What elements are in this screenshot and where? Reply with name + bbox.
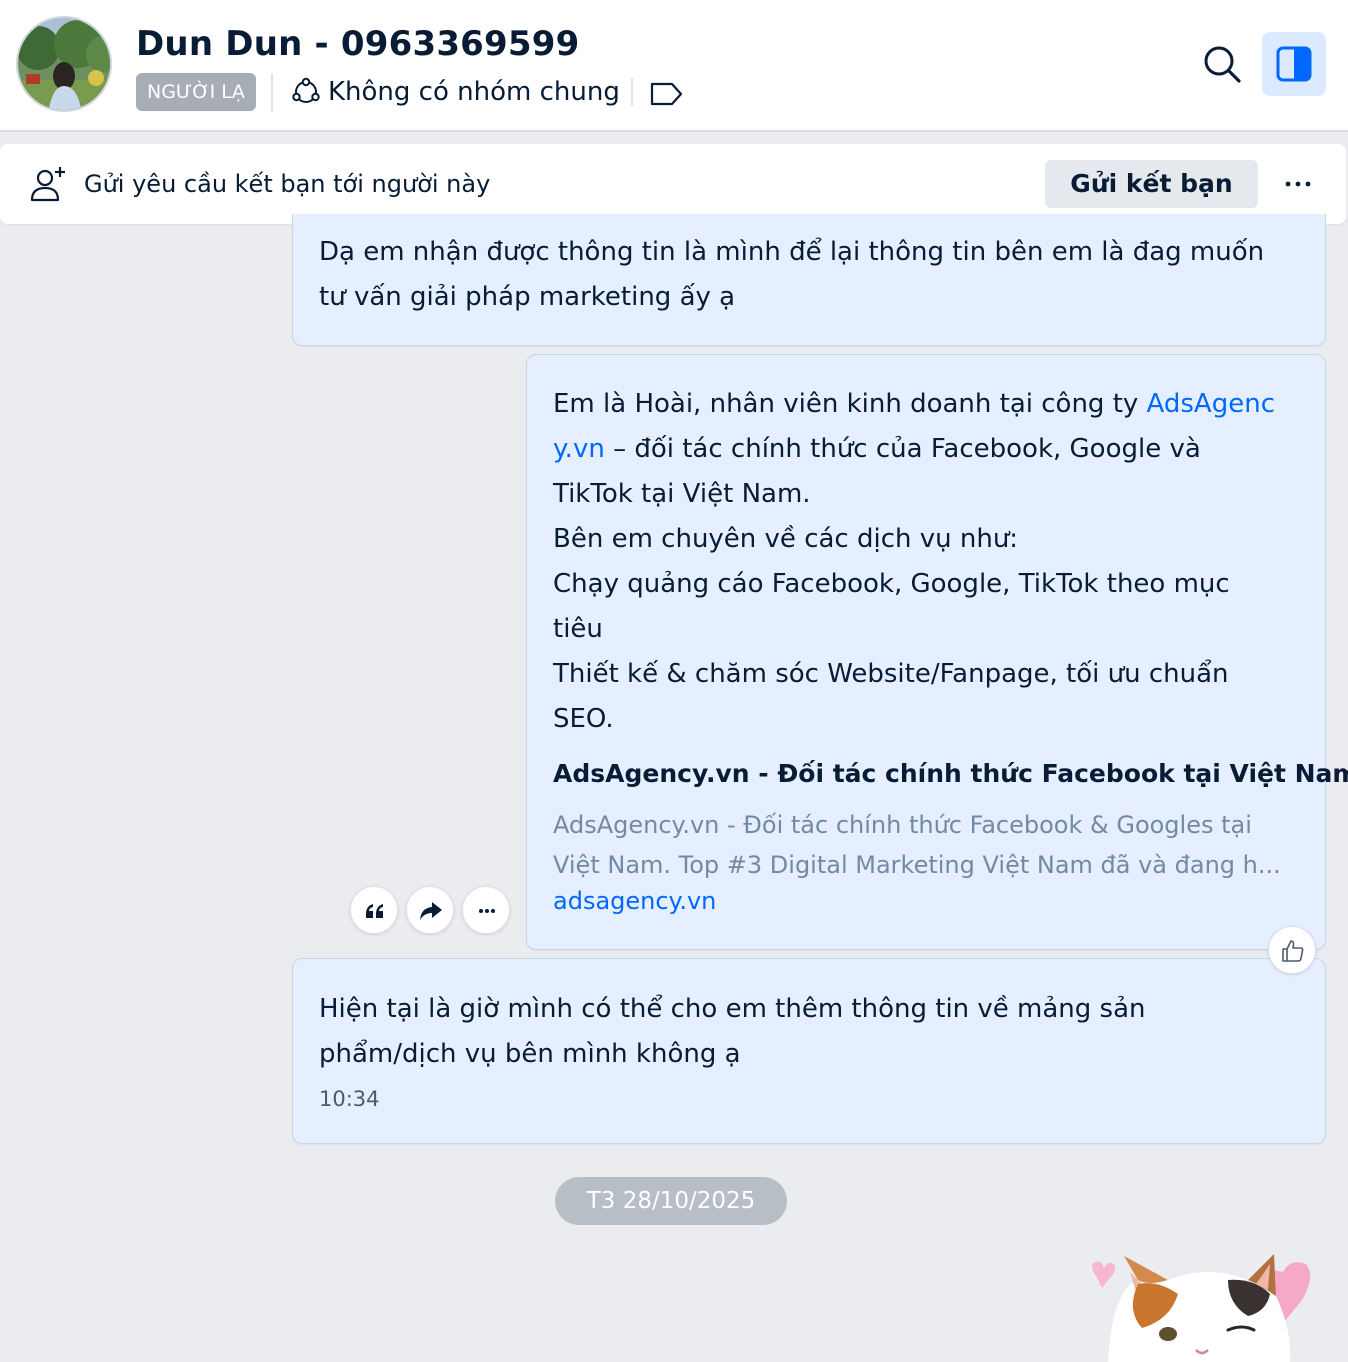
- link-preview-description: AdsAgency.vn - Đối tác chính thức Facebo…: [553, 811, 1252, 839]
- quote-button[interactable]: [350, 886, 398, 934]
- date-separator: T3 28/10/2025: [555, 1177, 787, 1225]
- divider: [271, 74, 273, 112]
- chat-window: Dun Dun - 0963369599 NGƯỜI LẠ Không có n…: [0, 0, 1348, 1362]
- message-bubble[interactable]: Em là Hoài, nhân viên kinh doanh tại côn…: [526, 354, 1348, 950]
- quote-icon: [366, 904, 383, 918]
- forward-icon: [420, 902, 442, 920]
- message-line: tư vấn giải pháp marketing ấy ạ: [319, 282, 736, 312]
- divider: [631, 78, 633, 106]
- common-groups-text[interactable]: Không có nhóm chung: [328, 77, 620, 107]
- message-line: Bên em chuyên về các dịch vụ như:: [553, 524, 1019, 554]
- message-line: Thiết kế & chăm sóc Website/Fanpage, tối…: [553, 659, 1229, 689]
- message-line: TikTok tại Việt Nam.: [553, 479, 811, 509]
- contact-name[interactable]: Dun Dun - 0963369599: [136, 24, 579, 64]
- toggle-info-panel-button[interactable]: [1262, 32, 1326, 96]
- link-preview-domain[interactable]: adsagency.vn: [553, 887, 716, 915]
- company-link[interactable]: y.vn: [553, 434, 605, 464]
- message-time: 10:34: [319, 1087, 380, 1111]
- message-bubble[interactable]: Dạ em nhận được thông tin là mình để lại…: [292, 214, 1326, 346]
- message-line: phẩm/dịch vụ bên mình không ạ: [319, 1039, 741, 1069]
- link-preview-title[interactable]: AdsAgency.vn - Đối tác chính thức Facebo…: [553, 759, 1348, 788]
- group-icon: [292, 77, 320, 103]
- avatar[interactable]: [16, 16, 112, 112]
- add-user-icon: [30, 167, 65, 202]
- message-line: Chạy quảng cáo Facebook, Google, TikTok …: [553, 569, 1230, 599]
- tag-icon[interactable]: [648, 80, 684, 108]
- cat-sticker[interactable]: [1078, 1250, 1328, 1362]
- friend-request-text: Gửi yêu cầu kết bạn tới người này: [84, 170, 491, 198]
- company-link[interactable]: AdsAgenc: [1147, 389, 1275, 419]
- search-button[interactable]: [1198, 40, 1246, 88]
- search-icon: [1204, 46, 1241, 83]
- message-text: – đối tác chính thức của Facebook, Googl…: [604, 434, 1201, 464]
- message-line: y.vn – đối tác chính thức của Facebook, …: [553, 427, 1201, 472]
- link-preview-description: Việt Nam. Top #3 Digital Marketing Việt …: [553, 851, 1281, 879]
- message-line: tiêu: [553, 614, 603, 644]
- react-button[interactable]: [1268, 926, 1316, 974]
- more-icon: [1285, 181, 1311, 187]
- more-icon: [479, 909, 495, 913]
- chat-header: Dun Dun - 0963369599 NGƯỜI LẠ Không có n…: [0, 0, 1348, 132]
- stranger-badge: NGƯỜI LẠ: [136, 73, 256, 111]
- send-friend-request-button[interactable]: Gửi kết bạn: [1045, 160, 1258, 208]
- message-text: Em là Hoài, nhân viên kinh doanh tại côn…: [553, 389, 1147, 419]
- message-line: Hiện tại là giờ mình có thể cho em thêm …: [319, 994, 1146, 1024]
- message-text: Hiện tại là giờ mình có thể cho em thêm …: [319, 987, 1309, 1077]
- message-more-button[interactable]: [462, 886, 510, 934]
- like-icon: [1282, 940, 1304, 962]
- message-bubble[interactable]: Hiện tại là giờ mình có thể cho em thêm …: [292, 958, 1326, 1144]
- message-line: SEO.: [553, 704, 614, 734]
- more-options-button[interactable]: [1274, 162, 1322, 206]
- panel-toggle-icon: [1276, 46, 1312, 82]
- message-text: Dạ em nhận được thông tin là mình để lại…: [319, 230, 1309, 320]
- message-line: Em là Hoài, nhân viên kinh doanh tại côn…: [553, 382, 1275, 427]
- message-line: Dạ em nhận được thông tin là mình để lại…: [319, 237, 1265, 267]
- forward-button[interactable]: [406, 886, 454, 934]
- friend-request-bar: Gửi yêu cầu kết bạn tới người này Gửi kế…: [0, 144, 1346, 224]
